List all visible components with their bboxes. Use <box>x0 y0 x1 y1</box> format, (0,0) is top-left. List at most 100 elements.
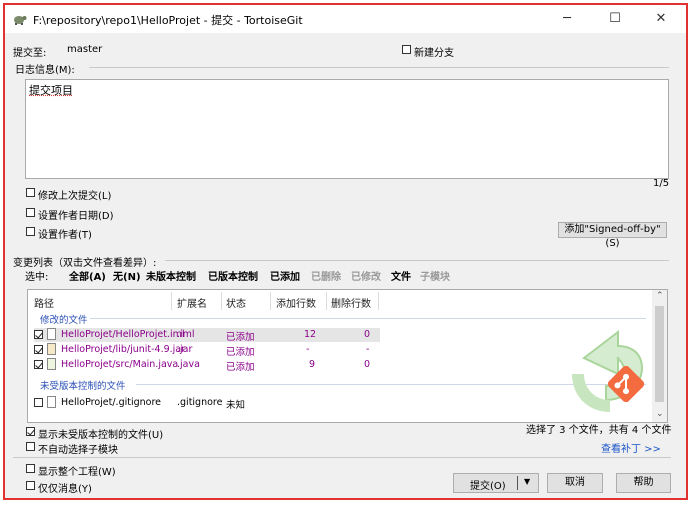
no-auto-submodule-checkbox[interactable] <box>26 442 35 451</box>
scroll-thumb[interactable] <box>655 306 664 402</box>
select-files-link[interactable]: 文件 <box>391 268 411 283</box>
file-ext: .jar <box>177 344 193 355</box>
message-only-checkbox[interactable] <box>26 481 35 490</box>
file-checkbox[interactable] <box>34 398 43 407</box>
view-patch-link[interactable]: 查看补丁 >> <box>601 440 661 455</box>
commit-dialog: F:\repository\repo1\HelloProjet - 提交 - T… <box>3 3 688 500</box>
file-ext: .iml <box>177 329 195 340</box>
amend-label: 修改上次提交(L) <box>38 191 112 202</box>
file-deleted: 0 <box>364 329 371 340</box>
group-divider <box>165 260 669 261</box>
select-submodules-link: 子模块 <box>420 272 450 283</box>
select-added-link[interactable]: 已添加 <box>270 268 300 283</box>
tortoisegit-watermark-icon <box>572 329 645 412</box>
file-ext: .gitignore <box>177 397 223 408</box>
file-path: HelloProjet/.gitignore <box>61 397 162 408</box>
file-status: 未知 <box>226 400 246 411</box>
scroll-up-icon[interactable]: ⌃ <box>656 291 664 301</box>
file-path: HelloProjet/src/Main.java <box>61 359 179 370</box>
select-unversioned-link[interactable]: 未版本控制 <box>146 268 196 283</box>
window-title: F:\repository\repo1\HelloProjet - 提交 - T… <box>33 14 303 27</box>
select-versioned-link[interactable]: 已版本控制 <box>208 268 258 283</box>
select-all-link[interactable]: 全部(A) <box>69 268 106 283</box>
select-modified-link: 已修改 <box>351 272 381 283</box>
group-modified-label: 修改的文件 <box>40 315 88 326</box>
amend-checkbox[interactable] <box>26 188 35 197</box>
changes-label: 变更列表（双击文件查看差异）: <box>13 258 157 269</box>
file-deleted: - <box>366 344 370 355</box>
commit-button[interactable]: 提交(O) ▼ <box>453 473 539 493</box>
column-separator <box>326 292 327 310</box>
log-message-input[interactable]: 提交项目 <box>25 79 669 179</box>
column-header-ext[interactable]: 扩展名 <box>177 295 207 310</box>
file-checkbox[interactable] <box>34 330 43 339</box>
split-divider <box>517 476 518 490</box>
file-path: HelloProjet/lib/junit-4.9.jar <box>61 344 186 355</box>
tortoisegit-icon <box>14 16 27 25</box>
file-status: 已添加 <box>226 362 255 373</box>
file-path: HelloProjet/HelloProjet.iml <box>61 329 185 340</box>
file-row[interactable]: HelloProjet/HelloProjet.iml .iml 已添加 12 … <box>34 328 380 343</box>
help-button[interactable]: 帮助 <box>616 473 671 493</box>
show-whole-project-checkbox[interactable] <box>26 464 35 473</box>
file-row[interactable]: HelloProjet/.gitignore .gitignore 未知 <box>34 396 380 411</box>
column-separator <box>171 292 172 310</box>
commit-to-label: 提交至: <box>13 48 47 59</box>
group-divider <box>89 67 669 68</box>
set-author-label: 设置作者(T) <box>38 230 92 241</box>
minimize-button[interactable]: ─ <box>548 5 586 33</box>
column-header-deleted[interactable]: 删除行数 <box>331 295 371 310</box>
set-date-label: 设置作者日期(D) <box>38 211 114 222</box>
commit-button-label: 提交(O) <box>470 481 506 492</box>
message-only-label: 仅仅消息(Y) <box>38 484 92 495</box>
file-row[interactable]: HelloProjet/src/Main.java .java 已添加 9 0 <box>34 358 380 373</box>
group-unversioned-label: 未受版本控制的文件 <box>40 381 126 392</box>
cancel-button[interactable]: 取消 <box>547 473 603 493</box>
new-branch-checkbox[interactable] <box>402 45 411 54</box>
new-branch-label: 新建分支 <box>414 48 454 59</box>
branch-name: master <box>67 44 103 55</box>
set-author-checkbox[interactable] <box>26 227 35 236</box>
file-ext: .java <box>177 359 200 370</box>
file-deleted: 0 <box>364 359 371 370</box>
jar-file-icon <box>47 343 56 355</box>
column-separator <box>221 292 222 310</box>
file-added: 12 <box>304 329 317 340</box>
line-counter: 1/5 <box>653 178 670 189</box>
file-icon <box>47 396 56 408</box>
file-row[interactable]: HelloProjet/lib/junit-4.9.jar .jar 已添加 -… <box>34 343 380 358</box>
signed-off-button[interactable]: 添加"Signed-off-by"(S) <box>558 222 667 249</box>
column-header-added[interactable]: 添加行数 <box>276 295 316 310</box>
log-message-text: 提交项目 <box>29 84 73 97</box>
dropdown-arrow-icon[interactable]: ▼ <box>524 477 530 486</box>
log-message-label: 日志信息(M): <box>15 65 75 76</box>
show-whole-project-label: 显示整个工程(W) <box>38 467 116 478</box>
file-checkbox[interactable] <box>34 345 43 354</box>
scroll-down-icon[interactable]: ⌄ <box>656 409 664 419</box>
group-divider <box>13 457 671 458</box>
show-unversioned-label: 显示未受版本控制的文件(U) <box>38 430 164 441</box>
column-separator <box>270 292 271 310</box>
set-date-checkbox[interactable] <box>26 208 35 217</box>
column-header-path[interactable]: 路径 <box>34 295 54 310</box>
file-status: 已添加 <box>226 332 255 343</box>
selection-summary: 选择了 3 个文件，共有 4 个文件 <box>526 425 672 436</box>
file-checkbox[interactable] <box>34 360 43 369</box>
close-button[interactable]: ✕ <box>642 5 680 33</box>
java-file-icon <box>47 358 56 370</box>
show-unversioned-checkbox[interactable] <box>26 427 35 436</box>
select-label: 选中: <box>25 272 49 283</box>
file-added: 9 <box>309 359 316 370</box>
file-added: - <box>306 344 310 355</box>
file-list[interactable]: 路径 扩展名 状态 添加行数 删除行数 修改的文件 HelloProjet/He… <box>27 289 668 423</box>
maximize-button[interactable]: ☐ <box>596 5 634 33</box>
file-list-scrollbar[interactable]: ⌃ ⌄ <box>652 290 667 422</box>
no-auto-submodule-label: 不自动选择子模块 <box>38 445 118 456</box>
file-icon <box>47 328 56 340</box>
title-bar: F:\repository\repo1\HelloProjet - 提交 - T… <box>5 5 686 33</box>
select-none-link[interactable]: 无(N) <box>113 268 141 283</box>
file-status: 已添加 <box>226 347 255 358</box>
column-separator <box>378 292 379 310</box>
select-deleted-link: 已删除 <box>311 272 341 283</box>
column-header-status[interactable]: 状态 <box>226 295 246 310</box>
